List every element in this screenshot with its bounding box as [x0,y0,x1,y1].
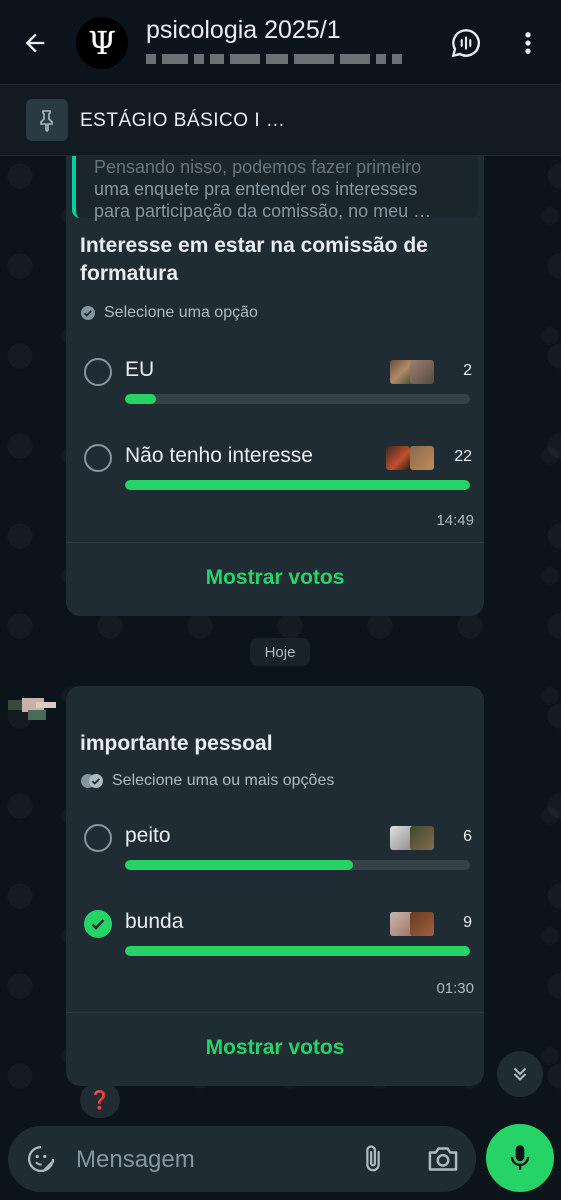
poll-option-label: EU [125,358,155,381]
message-timestamp: 14:49 [436,512,474,529]
double-check-circle-icon [81,774,103,788]
poll-instruction: Selecione uma ou mais opções [80,772,334,790]
back-arrow-icon[interactable] [18,26,52,60]
poll-option[interactable]: EU 2 [80,356,472,416]
poll-option[interactable]: peito 6 [80,822,472,882]
camera-icon[interactable] [426,1144,460,1174]
vote-progress-bar [125,394,470,404]
show-votes-button[interactable]: Mostrar votos [66,566,484,590]
pinned-message-text: ESTÁGIO BÁSICO I … [80,110,286,131]
more-options-icon[interactable] [510,25,546,61]
chat-subtitle-blurred [146,54,402,64]
microphone-button[interactable] [486,1124,554,1192]
sticker-emoji-icon[interactable] [26,1144,56,1174]
date-separator: Hoje [250,638,310,666]
chat-area[interactable]: Pensando nisso, podemos fazer primeiro u… [0,156,561,1120]
check-circle-icon [81,306,95,320]
vote-progress-bar [125,480,470,490]
poll-question: importante pessoal [80,732,273,755]
radio-button[interactable] [84,358,112,386]
poll-option-label: peito [125,824,171,847]
poll-message-bubble: Pensando nisso, podemos fazer primeiro u… [66,156,484,616]
vote-count: 9 [463,914,472,931]
sender-avatar[interactable] [8,692,58,732]
pin-icon [26,99,68,141]
quote-line: uma enquete pra entender os interesses [94,179,418,199]
divider [66,1012,484,1013]
checkbox-checked[interactable] [84,910,112,938]
poll-option[interactable]: bunda 9 [80,908,472,968]
quote-line: para participação da comissão, no meu … [94,201,432,221]
show-votes-button[interactable]: Mostrar votos [66,1036,484,1060]
poll-option-label: Não tenho interesse [125,444,313,467]
vote-count: 2 [463,362,472,379]
voice-chat-icon[interactable] [448,25,484,61]
group-avatar[interactable]: Ψ [76,17,128,69]
vote-count: 22 [454,448,472,465]
checkmark-icon [91,919,105,930]
double-chevron-down-icon [513,1067,527,1081]
attachment-clip-icon[interactable] [358,1143,388,1175]
poll-option-label: bunda [125,910,184,933]
microphone-icon [510,1145,530,1170]
voter-avatars [390,360,440,386]
chat-header: Ψ psicologia 2025/1 [0,0,561,84]
quote-line: Pensando nisso, podemos fazer primeiro [94,157,422,177]
vote-count: 6 [463,828,472,845]
message-input[interactable] [76,1144,336,1176]
message-composer [8,1126,476,1192]
pinned-message-bar[interactable]: ESTÁGIO BÁSICO I … [0,84,561,156]
chat-title[interactable]: psicologia 2025/1 [146,16,341,45]
poll-instruction: Selecione uma opção [80,304,258,322]
radio-button[interactable] [84,444,112,472]
message-reaction[interactable]: ❓ [80,1082,120,1118]
poll-question: Interesse em estar na comissão de format… [80,234,428,285]
divider [66,542,484,543]
checkbox[interactable] [84,824,112,852]
poll-message-bubble: importante pessoal Selecione uma ou mais… [66,686,484,1086]
voter-avatars [386,446,440,472]
voter-avatars [390,912,440,938]
voter-avatars [390,826,440,852]
scroll-to-bottom-button[interactable] [497,1051,543,1097]
quoted-message[interactable]: Pensando nisso, podemos fazer primeiro u… [72,156,478,221]
message-timestamp: 01:30 [436,980,474,997]
poll-option[interactable]: Não tenho interesse 22 [80,442,472,502]
vote-progress-bar [125,860,470,870]
vote-progress-bar [125,946,470,956]
